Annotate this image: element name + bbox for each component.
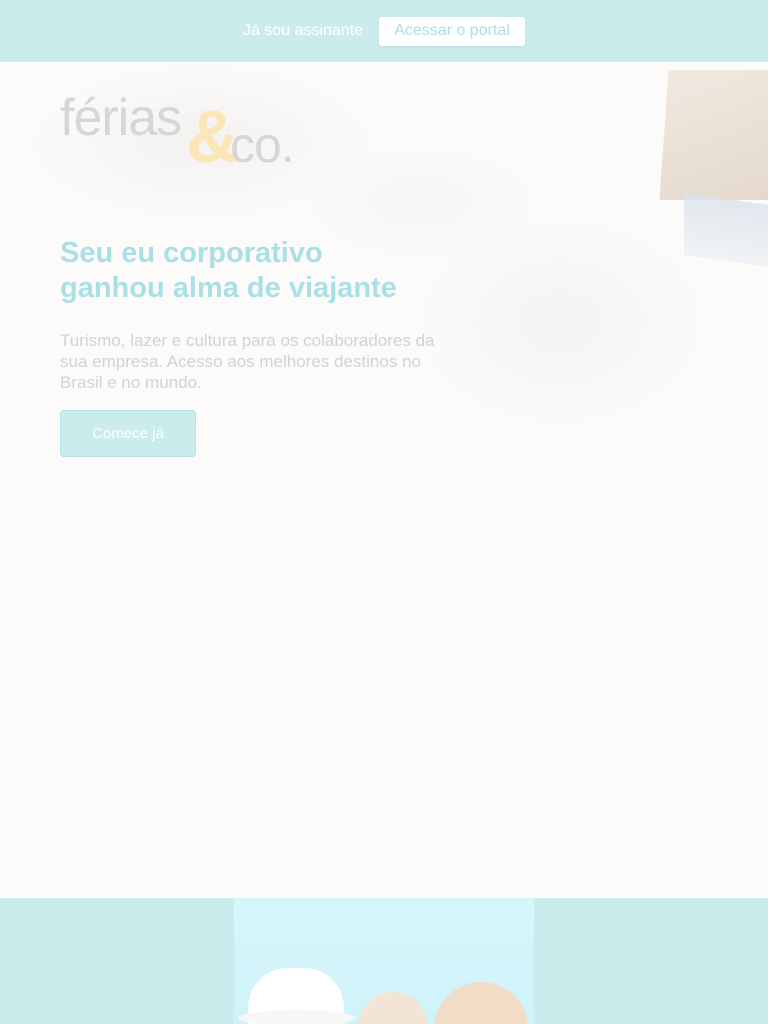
- hero-headline: Seu eu corporativo ganhou alma de viajan…: [60, 236, 460, 306]
- headline-line-2: ganhou alma de viajante: [60, 272, 397, 304]
- child-head-shape: [358, 992, 428, 1024]
- ferias-co-logo[interactable]: férias & co.: [60, 88, 320, 178]
- family-photo: [234, 898, 534, 1024]
- logo-text-ferias: férias: [60, 89, 182, 147]
- headline-line-1: Seu eu corporativo: [60, 237, 323, 269]
- photo-section: [0, 898, 768, 1024]
- access-portal-button[interactable]: Acessar o portal: [379, 16, 526, 46]
- start-now-button[interactable]: Comece já: [60, 410, 196, 457]
- sun-hat-brim-shape: [238, 1010, 356, 1024]
- subscriber-text: Já sou assinante: [242, 22, 364, 39]
- hero-section: férias & co. Seu eu corporativo ganhou a…: [0, 62, 768, 898]
- logo-text-co: co.: [230, 117, 295, 173]
- woman-head-shape: [434, 982, 528, 1024]
- hero-description: Turismo, lazer e cultura para os colabor…: [60, 331, 435, 392]
- hut-roof-image: [659, 70, 768, 200]
- top-bar: Já sou assinante Acessar o portal: [0, 0, 768, 62]
